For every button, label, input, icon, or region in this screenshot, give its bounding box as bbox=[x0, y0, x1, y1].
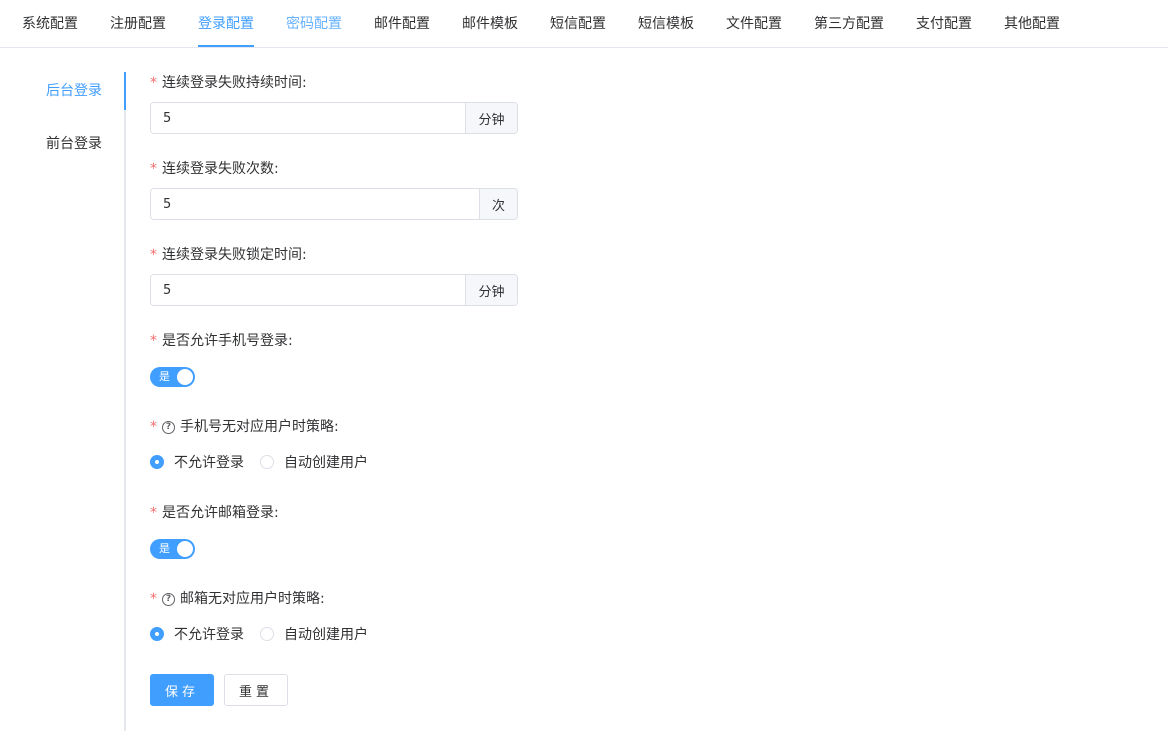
phone-strategy-label-text: 手机号无对应用户时策略: bbox=[180, 419, 339, 435]
tab-file-config[interactable]: 文件配置 bbox=[726, 0, 782, 48]
lock-time-label-text: 连续登录失败锁定时间: bbox=[162, 247, 307, 263]
tab-sms-config[interactable]: 短信配置 bbox=[550, 0, 606, 48]
required-mark: * bbox=[150, 419, 157, 435]
side-tabs-divider bbox=[124, 72, 126, 731]
phone-strategy-option-deny[interactable]: 不允许登录 bbox=[150, 452, 244, 472]
allow-phone-switch[interactable]: 是 bbox=[150, 367, 195, 387]
phone-strategy-option-auto-create[interactable]: 自动创建用户 bbox=[260, 452, 368, 472]
allow-phone-switch-text: 是 bbox=[159, 370, 170, 383]
fail-duration-label-text: 连续登录失败持续时间: bbox=[162, 75, 307, 91]
side-tab-front-login[interactable]: 前台登录 bbox=[0, 125, 124, 163]
required-mark: * bbox=[150, 333, 157, 349]
email-strategy-option-deny[interactable]: 不允许登录 bbox=[150, 624, 244, 644]
tab-sms-template[interactable]: 短信模板 bbox=[638, 0, 694, 48]
side-tab-active-indicator bbox=[124, 72, 126, 110]
tab-register-config[interactable]: 注册配置 bbox=[110, 0, 166, 48]
allow-email-switch-text: 是 bbox=[159, 542, 170, 555]
question-circle-icon[interactable]: ? bbox=[162, 592, 175, 606]
active-tab-indicator bbox=[198, 45, 254, 47]
fail-duration-label: * 连续登录失败持续时间: bbox=[150, 72, 307, 94]
fail-count-unit: 次 bbox=[479, 189, 517, 219]
save-button[interactable]: 保存 bbox=[150, 674, 214, 706]
tab-password-config[interactable]: 密码配置 bbox=[286, 0, 342, 48]
email-strategy-label-text: 邮箱无对应用户时策略: bbox=[180, 591, 325, 607]
allow-email-label-text: 是否允许邮箱登录: bbox=[162, 505, 279, 521]
config-tabs: 系统配置 注册配置 登录配置 密码配置 邮件配置 邮件模板 短信配置 短信模板 … bbox=[0, 0, 1168, 48]
fail-count-input[interactable] bbox=[151, 189, 479, 219]
lock-time-input-group: 分钟 bbox=[150, 274, 518, 306]
switch-knob bbox=[177, 541, 193, 557]
fail-count-input-group: 次 bbox=[150, 188, 518, 220]
lock-time-label: * 连续登录失败锁定时间: bbox=[150, 244, 307, 266]
required-mark: * bbox=[150, 505, 157, 521]
side-tab-admin-login[interactable]: 后台登录 bbox=[0, 72, 124, 110]
required-mark: * bbox=[150, 161, 157, 177]
radio-checked-icon bbox=[150, 627, 164, 641]
tab-login-config[interactable]: 登录配置 bbox=[198, 0, 254, 48]
required-mark: * bbox=[150, 247, 157, 263]
lock-time-input[interactable] bbox=[151, 275, 465, 305]
radio-checked-icon bbox=[150, 455, 164, 469]
tab-mail-template[interactable]: 邮件模板 bbox=[462, 0, 518, 48]
fail-count-label-text: 连续登录失败次数: bbox=[162, 161, 279, 177]
required-mark: * bbox=[150, 75, 157, 91]
allow-email-label: * 是否允许邮箱登录: bbox=[150, 502, 279, 524]
phone-strategy-label: * ? 手机号无对应用户时策略: bbox=[150, 416, 339, 438]
tab-third-party-config[interactable]: 第三方配置 bbox=[814, 0, 884, 48]
radio-unchecked-icon bbox=[260, 455, 274, 469]
fail-count-label: * 连续登录失败次数: bbox=[150, 158, 279, 180]
tab-payment-config[interactable]: 支付配置 bbox=[916, 0, 972, 48]
email-strategy-option-auto-create[interactable]: 自动创建用户 bbox=[260, 624, 368, 644]
radio-label: 自动创建用户 bbox=[284, 627, 368, 643]
fail-duration-input-group: 分钟 bbox=[150, 102, 518, 134]
radio-label: 不允许登录 bbox=[174, 455, 244, 471]
reset-button[interactable]: 重置 bbox=[224, 674, 288, 706]
required-mark: * bbox=[150, 591, 157, 607]
radio-unchecked-icon bbox=[260, 627, 274, 641]
email-strategy-label: * ? 邮箱无对应用户时策略: bbox=[150, 588, 325, 610]
fail-duration-unit: 分钟 bbox=[465, 103, 517, 133]
fail-duration-input[interactable] bbox=[151, 103, 465, 133]
question-circle-icon[interactable]: ? bbox=[162, 420, 175, 434]
allow-email-switch[interactable]: 是 bbox=[150, 539, 195, 559]
lock-time-unit: 分钟 bbox=[465, 275, 517, 305]
radio-label: 自动创建用户 bbox=[284, 455, 368, 471]
allow-phone-label: * 是否允许手机号登录: bbox=[150, 330, 293, 352]
allow-phone-label-text: 是否允许手机号登录: bbox=[162, 333, 293, 349]
tab-other-config[interactable]: 其他配置 bbox=[1004, 0, 1060, 48]
tab-mail-config[interactable]: 邮件配置 bbox=[374, 0, 430, 48]
radio-label: 不允许登录 bbox=[174, 627, 244, 643]
switch-knob bbox=[177, 369, 193, 385]
tab-system-config[interactable]: 系统配置 bbox=[22, 0, 78, 48]
